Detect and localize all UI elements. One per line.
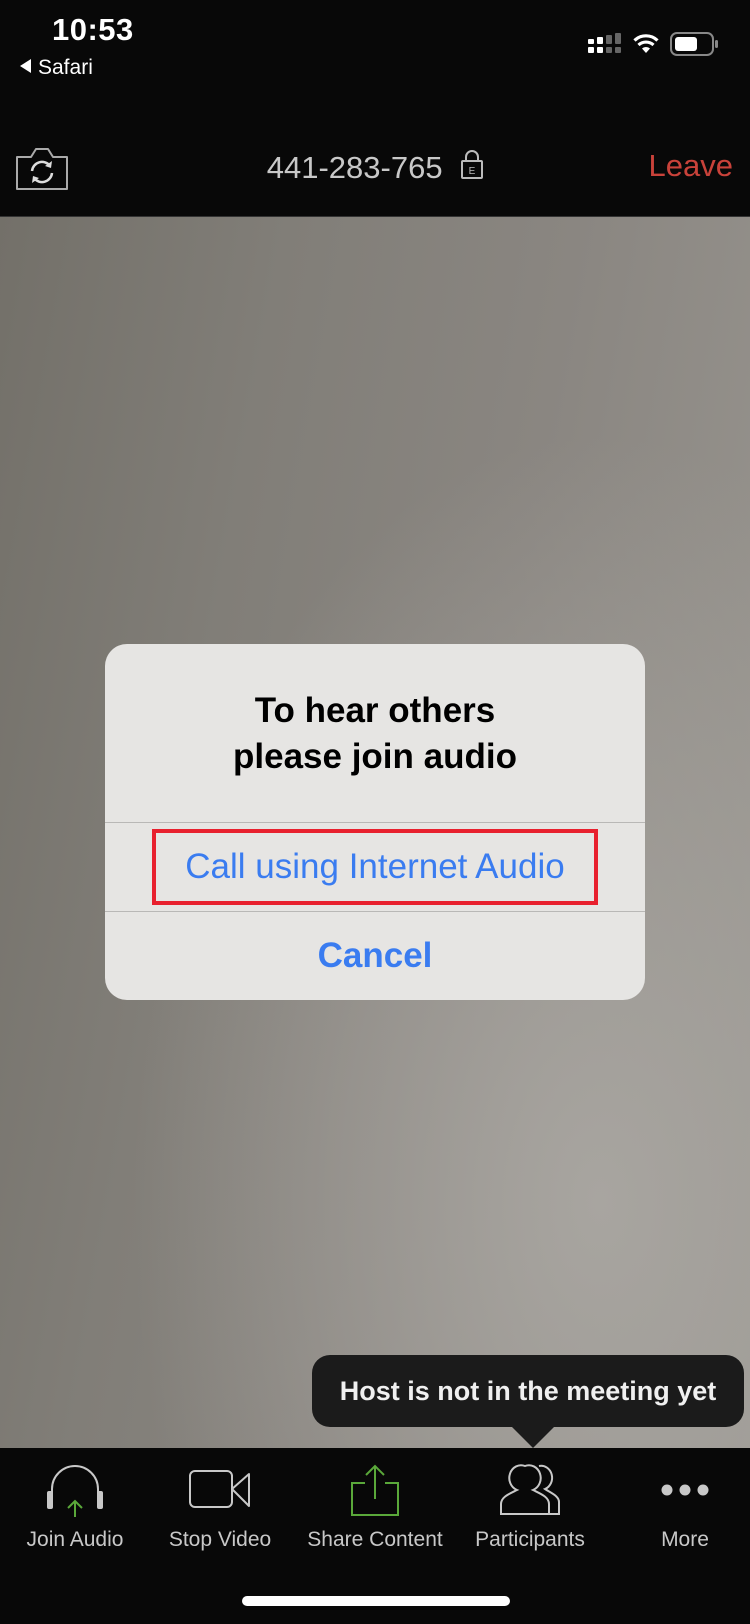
join-audio-label: Join Audio [26,1528,124,1551]
meeting-id-text: 441-283-765 [266,149,443,185]
participants-icon [500,1464,560,1515]
tooltip-arrow [511,1426,555,1448]
participants-button[interactable]: Participants [455,1448,605,1558]
system-icons [588,32,718,56]
host-status-tooltip: Host is not in the meeting yet [312,1355,744,1427]
stop-video-label: Stop Video [168,1528,272,1551]
battery-icon [670,32,718,56]
share-content-label: Share Content [307,1528,443,1551]
back-app-label: Safari [38,56,93,79]
lock-icon: E [461,149,484,187]
lock-badge: E [469,166,476,177]
cellular-signal-icon [588,33,621,53]
video-camera-icon [189,1470,250,1508]
back-to-safari-link[interactable]: Safari [20,56,93,80]
join-audio-dialog: To hear others please join audio Call us… [105,644,645,1000]
status-time: 10:53 [52,12,134,47]
meeting-header: 441-283-765 E Leave [0,110,750,217]
status-bar: 10:53 Safari [0,0,750,110]
meeting-id: 441-283-765 E [0,148,750,187]
dialog-title: To hear others please join audio [105,688,645,780]
more-label: More [661,1528,709,1551]
home-indicator[interactable] [242,1596,510,1606]
share-content-button[interactable]: Share Content [300,1448,450,1558]
more-icon [661,1484,709,1496]
wifi-icon [633,34,659,53]
leave-button[interactable]: Leave [649,148,733,184]
join-audio-button[interactable]: Join Audio [0,1448,150,1558]
more-button[interactable]: More [610,1448,750,1558]
back-arrow-icon [20,59,31,73]
dialog-title-line1: To hear others [254,691,496,730]
participants-label: Participants [475,1528,585,1551]
highlight-box [152,829,598,905]
headphones-icon [47,1465,103,1517]
dialog-title-line2: please join audio [233,737,517,776]
cancel-button[interactable]: Cancel [105,911,645,1000]
share-icon [351,1464,399,1516]
stop-video-button[interactable]: Stop Video [145,1448,295,1558]
